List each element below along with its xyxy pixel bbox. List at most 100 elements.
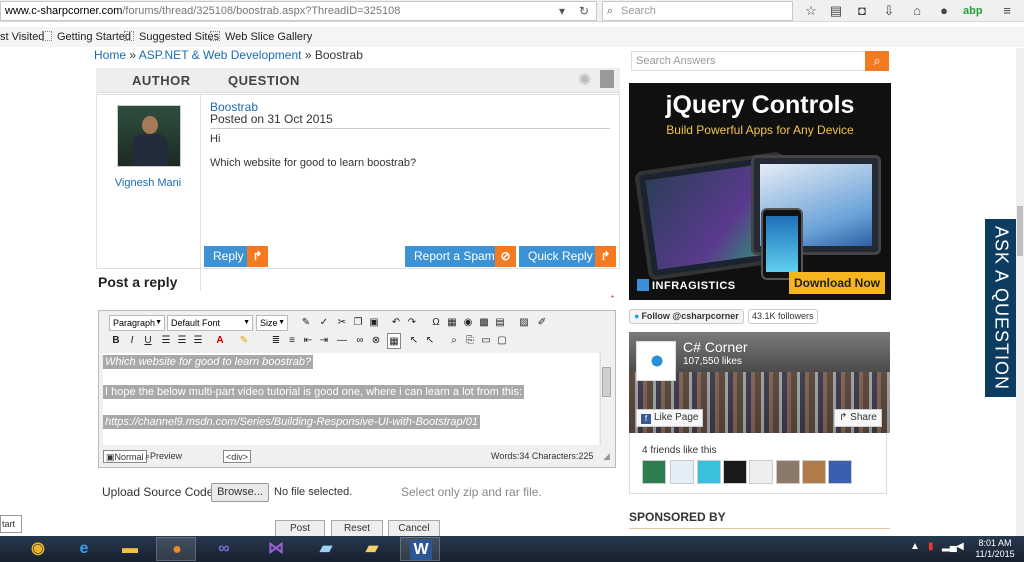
- media-icon[interactable]: ▩: [477, 315, 491, 331]
- app-taskbar-icon[interactable]: ▰: [306, 537, 346, 561]
- quick-reply-button[interactable]: Quick Reply ↱: [519, 246, 616, 267]
- cancel-button[interactable]: Cancel: [388, 520, 440, 536]
- edit-icon[interactable]: ✐: [535, 315, 549, 331]
- teams-taskbar-icon[interactable]: ∞: [204, 537, 244, 561]
- bookmark-suggested-sites[interactable]: Suggested Sites: [124, 30, 219, 44]
- indent-icon[interactable]: ⇥: [317, 333, 331, 349]
- normal-mode-tab[interactable]: ▣Normal: [103, 450, 147, 463]
- align-left-icon[interactable]: ☰: [159, 333, 173, 349]
- dropdown-icon[interactable]: ▾: [552, 2, 572, 20]
- editor-scrollbar[interactable]: [600, 353, 612, 445]
- highlight-icon[interactable]: ✎: [237, 333, 251, 349]
- chrome-taskbar-icon[interactable]: ◉: [18, 537, 58, 561]
- undo-icon[interactable]: ↶: [389, 315, 403, 331]
- address-bar[interactable]: www.c-sharpcorner.com/forums/thread/3251…: [0, 1, 597, 21]
- answers-search-input[interactable]: Search Answers ⌕: [631, 51, 889, 71]
- template-icon[interactable]: ▤: [493, 315, 507, 331]
- facebook-page-name[interactable]: C# Corner: [683, 339, 748, 355]
- breadcrumb-section[interactable]: ASP.NET & Web Development: [139, 48, 302, 62]
- italic-icon[interactable]: I: [125, 333, 139, 349]
- search-icon[interactable]: ⌕: [865, 51, 889, 71]
- start-button[interactable]: [0, 537, 14, 561]
- browse-button[interactable]: Browse...: [211, 483, 269, 502]
- chat-icon[interactable]: ●: [935, 2, 953, 20]
- bookmark-getting-started[interactable]: Getting Started: [42, 30, 131, 44]
- friend-avatar[interactable]: [670, 460, 694, 484]
- preview-icon[interactable]: ▭: [479, 333, 493, 349]
- fullscreen-icon[interactable]: ▢: [495, 333, 509, 349]
- download-now-button[interactable]: Download Now: [789, 272, 885, 294]
- bookmark-web-slice[interactable]: Web Slice Gallery: [210, 30, 312, 44]
- folder-taskbar-icon[interactable]: ▰: [352, 537, 392, 561]
- share-button[interactable]: ↱ Share: [834, 409, 882, 427]
- image-icon[interactable]: ▦: [445, 315, 459, 331]
- element-path[interactable]: <div>: [223, 450, 252, 463]
- facebook-page-widget[interactable]: C# Corner 107,550 likes f Like Page ↱ Sha…: [629, 332, 890, 433]
- unlink-icon[interactable]: ⊗: [369, 333, 383, 349]
- clipboard-icon[interactable]: ▤: [827, 2, 845, 20]
- clean-icon[interactable]: ✎: [299, 315, 313, 331]
- report-spam-button[interactable]: Report a Spam ⊘: [405, 246, 516, 267]
- like-page-button[interactable]: f Like Page: [636, 409, 704, 427]
- browser-search-input[interactable]: ⌕ Search: [602, 1, 793, 21]
- csharp-corner-logo[interactable]: [636, 341, 676, 381]
- page-scrollbar[interactable]: [1016, 48, 1024, 536]
- bookmark-star-icon[interactable]: ☆: [802, 2, 820, 20]
- network-icon[interactable]: ▮: [928, 541, 934, 552]
- author-name[interactable]: Vignesh Mani: [97, 177, 199, 189]
- firefox-taskbar-icon[interactable]: ●: [156, 537, 196, 561]
- bookmark-most-visited[interactable]: st Visited: [0, 30, 44, 44]
- download-icon[interactable]: ⇩: [880, 2, 898, 20]
- outdent-icon[interactable]: ⇤: [301, 333, 315, 349]
- friend-avatar[interactable]: [828, 460, 852, 484]
- breadcrumb-home[interactable]: Home: [94, 48, 126, 62]
- copy-icon[interactable]: ❐: [351, 315, 365, 331]
- redo-icon[interactable]: ↷: [405, 315, 419, 331]
- refresh-icon[interactable]: ↻: [574, 2, 594, 20]
- system-clock[interactable]: 8:01 AM 11/1/2015: [970, 538, 1020, 560]
- editor-content[interactable]: Which website for good to learn boostrab…: [103, 353, 599, 445]
- link-icon[interactable]: ∞: [353, 333, 367, 349]
- ie-taskbar-icon[interactable]: e: [64, 537, 104, 561]
- friend-avatar[interactable]: [776, 460, 800, 484]
- spellcheck-icon[interactable]: ✓: [317, 315, 331, 331]
- friend-avatar[interactable]: [642, 460, 666, 484]
- home-icon[interactable]: ⌂: [908, 2, 926, 20]
- horizontal-rule-icon[interactable]: ―: [335, 333, 349, 349]
- unordered-list-icon[interactable]: ≡: [285, 333, 299, 349]
- author-avatar[interactable]: [117, 105, 181, 167]
- font-select[interactable]: Default Font ▼: [167, 315, 253, 331]
- flash-icon[interactable]: ◉: [461, 315, 475, 331]
- size-select[interactable]: Size ▼: [256, 315, 288, 331]
- visual-studio-taskbar-icon[interactable]: ⋈: [256, 537, 296, 561]
- reply-button[interactable]: Reply ↱: [204, 246, 268, 267]
- friend-avatar[interactable]: [723, 460, 747, 484]
- table-icon[interactable]: ▦: [387, 333, 401, 349]
- explorer-taskbar-icon[interactable]: ▬: [110, 537, 150, 561]
- font-color-icon[interactable]: A: [213, 333, 227, 349]
- select-icon[interactable]: ↖: [423, 333, 437, 349]
- resize-handle-icon[interactable]: ◢: [601, 450, 612, 463]
- align-center-icon[interactable]: ☰: [175, 333, 189, 349]
- paste-icon[interactable]: ▣: [367, 315, 381, 331]
- post-button[interactable]: Post: [275, 520, 325, 536]
- align-right-icon[interactable]: ☰: [191, 333, 205, 349]
- friend-avatar[interactable]: [697, 460, 721, 484]
- jquery-controls-ad[interactable]: jQuery Controls Build Powerful Apps for …: [629, 83, 891, 300]
- pointer-icon[interactable]: ↖: [407, 333, 421, 349]
- find-icon[interactable]: ⌕: [447, 333, 461, 349]
- word-taskbar-icon[interactable]: W: [400, 537, 440, 561]
- ask-question-tab[interactable]: ASK A QUESTION: [985, 219, 1016, 397]
- cut-icon[interactable]: ✂: [335, 315, 349, 331]
- ordered-list-icon[interactable]: ≣: [269, 333, 283, 349]
- volume-icon[interactable]: ◀: [956, 541, 964, 552]
- addon-icon[interactable]: abp: [963, 2, 983, 20]
- twitter-follow-button[interactable]: ● Follow @csharpcorner: [629, 309, 744, 324]
- tray-arrow-icon[interactable]: ▲: [910, 541, 920, 552]
- friend-avatar[interactable]: [749, 460, 773, 484]
- picture-icon[interactable]: ▨: [517, 315, 531, 331]
- friend-avatar[interactable]: [802, 460, 826, 484]
- replace-icon[interactable]: ⎘: [463, 333, 477, 349]
- special-char-icon[interactable]: Ω: [429, 315, 443, 331]
- reset-button[interactable]: Reset: [331, 520, 383, 536]
